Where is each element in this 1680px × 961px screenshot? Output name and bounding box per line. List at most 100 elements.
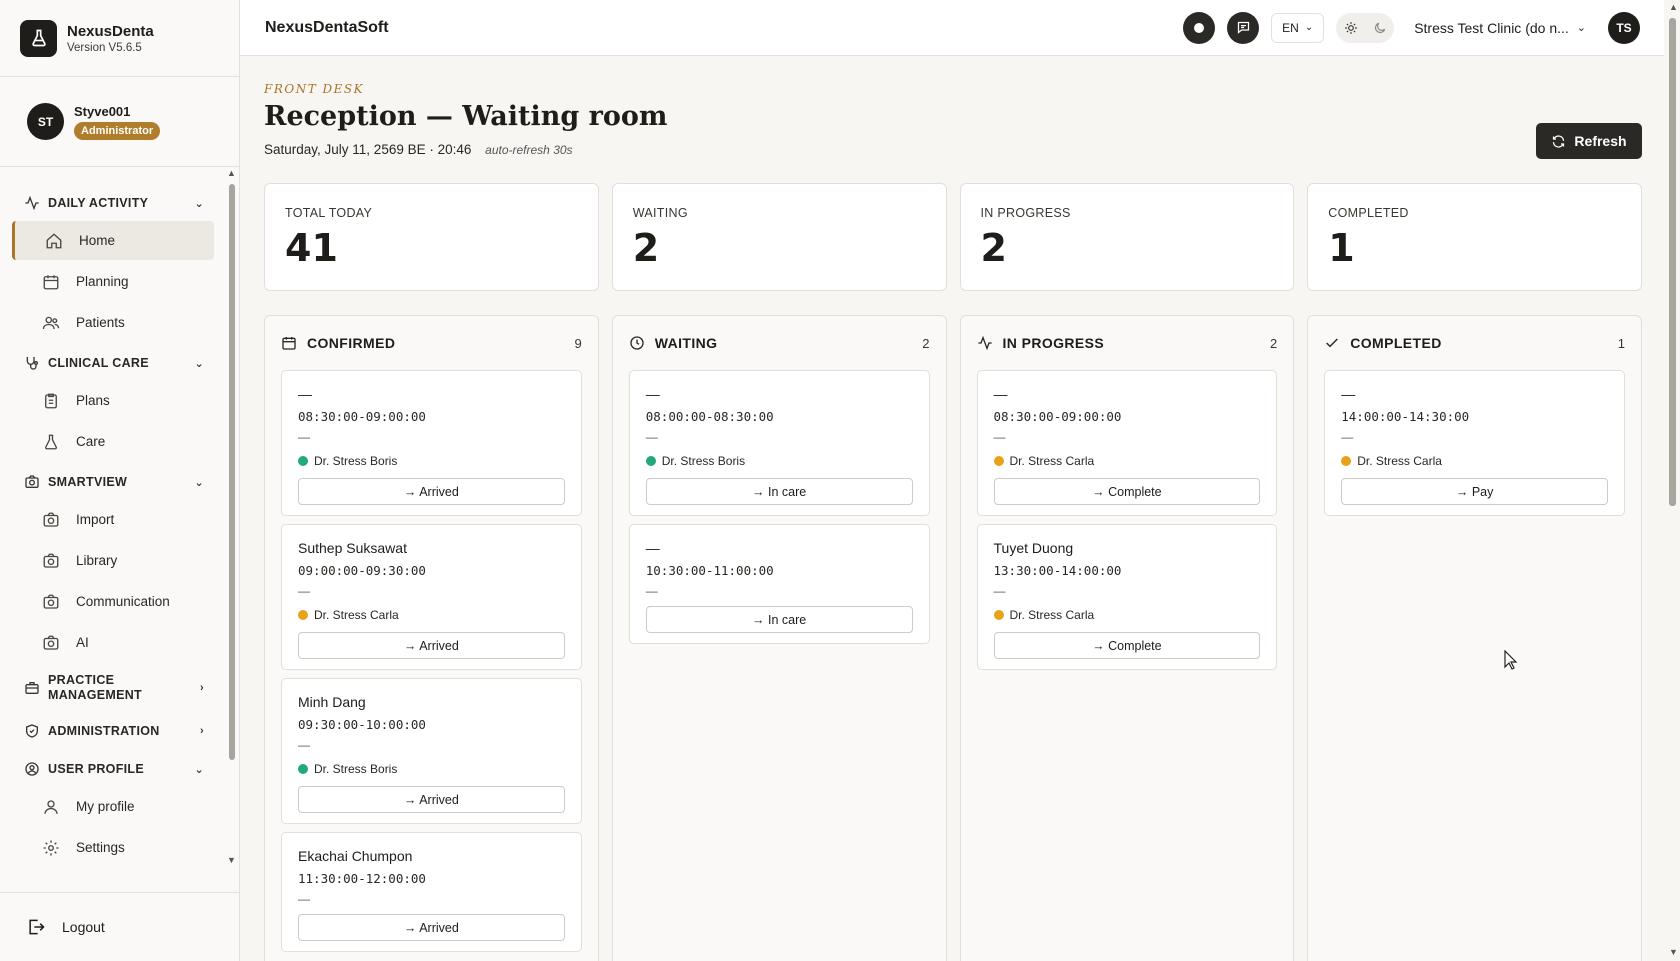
sidebar-item-my-profile[interactable]: My profile [12,787,214,826]
user-icon [42,798,62,816]
patient-name: Minh Dang [298,694,366,710]
sidebar-item-settings[interactable]: Settings [12,828,214,867]
sidebar-item-care[interactable]: Care [12,422,214,461]
nav-section-clinical-care[interactable]: CLINICAL CARE ⌄ [0,346,226,380]
page-scroll-up-icon[interactable]: ▲ [1669,2,1678,12]
sidebar-item-import[interactable]: Import [12,500,214,539]
sidebar-item-label: Care [76,434,106,449]
in-care-button[interactable]: → In care [645,606,913,633]
sidebar: NexusDenta Version V5.6.5 ST Styve001 Ad… [0,0,240,961]
moon-icon[interactable] [1373,21,1387,35]
nav-section-practice-management[interactable]: PRACTICE MANAGEMENT › [0,666,226,710]
doctor-name: Dr. Stress Boris [314,762,398,776]
stat-value: 41 [285,226,338,270]
sun-icon[interactable] [1344,21,1358,35]
page-eyebrow: FRONT DESK [264,82,365,96]
clinic-select[interactable]: Stress Test Clinic (do n... ⌄ [1414,20,1586,36]
message-icon [1236,20,1251,35]
nav-section-user-profile[interactable]: USER PROFILE ⌄ [0,752,226,786]
nav-section-smartview[interactable]: SMARTVIEW ⌄ [0,465,226,499]
appointment-card[interactable]: Ekachai Chumpon 11:30:00-12:00:00 — → Ar… [281,832,582,952]
appointment-card[interactable]: — 08:00:00-08:30:00 — Dr. Stress Boris →… [628,370,930,516]
sidebar-item-patients[interactable]: Patients [12,303,214,342]
patient-name: Tuyet Duong [993,540,1074,556]
language-label: EN [1282,20,1299,35]
arrived-button[interactable]: → Arrived [298,914,565,941]
sidebar-item-planning[interactable]: Planning [12,262,214,301]
shield-icon [24,723,42,739]
nav-section-daily-activity[interactable]: DAILY ACTIVITY ⌄ [0,186,226,220]
appointment-detail: — [645,430,658,444]
appointment-card[interactable]: — 08:30:00-09:00:00 — Dr. Stress Boris →… [281,370,582,516]
appointment-card[interactable]: — 14:00:00-14:30:00 — Dr. Stress Carla →… [1324,370,1625,516]
calendar-icon [42,273,62,291]
stat-value: 2 [632,226,660,270]
sidebar-item-home[interactable]: Home [12,221,214,260]
user-block: ST Styve001 Administrator [0,77,239,167]
mouse-cursor-icon [1504,649,1518,673]
scroll-down-arrow-icon[interactable]: ▼ [227,855,236,865]
complete-button[interactable]: → Complete [993,632,1261,659]
doctor: Dr. Stress Carla [298,603,565,627]
nav-section-administration[interactable]: ADMINISTRATION › [0,714,226,748]
chat-button[interactable] [1227,11,1260,44]
doctor-name: Dr. Stress Carla [1009,454,1095,468]
clinic-label: Stress Test Clinic (do n... [1414,19,1569,36]
check-icon [1324,335,1342,351]
complete-button[interactable]: → Complete [993,478,1261,505]
doctor-color-dot [993,610,1004,620]
logout-button[interactable]: Logout [0,892,240,961]
appointment-card[interactable]: Tuyet Duong 13:30:00-14:00:00 — Dr. Stre… [976,524,1278,670]
camera-icon [42,634,62,652]
brand-version: Version V5.6.5 [67,41,142,54]
arrived-button[interactable]: → Arrived [298,786,565,813]
scroll-up-arrow-icon[interactable]: ▲ [227,168,236,178]
in-care-button[interactable]: → In care [645,478,913,505]
appointment-time: 13:30:00-14:00:00 [993,563,1122,578]
doctor: Dr. Stress Boris [298,757,565,781]
doctor-name: Dr. Stress Carla [314,608,399,622]
logout-label: Logout [62,919,105,935]
stat-completed: COMPLETED 1 [1307,183,1642,291]
appointment-detail: — [298,738,310,752]
doctor-name: Dr. Stress Carla [1009,608,1095,622]
sidebar-item-ai[interactable]: AI [12,623,214,662]
stat-label: TOTAL TODAY [285,206,373,220]
appointment-card[interactable]: Minh Dang 09:30:00-10:00:00 — Dr. Stress… [281,678,582,824]
sidebar-item-plans[interactable]: Plans [12,381,214,420]
current-date: Saturday, July 11, 2569 BE · 20:46 [264,142,472,157]
column-count: 1 [1617,335,1625,351]
appointment-card[interactable]: — 08:30:00-09:00:00 — Dr. Stress Carla →… [976,370,1278,516]
record-button[interactable] [1183,11,1216,44]
arrived-button[interactable]: → Arrived [298,632,565,659]
flask-logo-icon [20,19,57,57]
appointment-card[interactable]: Suthep Suksawat 09:00:00-09:30:00 — Dr. … [281,524,582,670]
theme-toggle[interactable] [1336,12,1395,43]
page-scrollbar[interactable] [1669,18,1676,506]
chevron-right-icon: › [200,725,204,737]
page-scroll-down-icon[interactable]: ▼ [1669,947,1678,957]
appointment-detail: — [1341,430,1354,444]
kanban-board: CONFIRMED 9 — 08:30:00-09:00:00 — Dr. St… [264,315,1642,961]
arrived-button[interactable]: → Arrived [298,478,565,505]
language-select[interactable]: EN ⌄ [1271,12,1325,43]
sidebar-item-label: Plans [76,393,110,408]
column-header: WAITING 2 [629,316,930,370]
refresh-button[interactable]: Refresh [1536,123,1642,159]
appointment-detail: — [993,430,1006,444]
pay-button[interactable]: → Pay [1341,478,1608,505]
patient-name: — [298,386,312,402]
patient-name: Suthep Suksawat [298,540,407,556]
sidebar-item-communication[interactable]: Communication [12,582,214,621]
stat-label: COMPLETED [1328,206,1409,220]
appointment-detail: — [298,892,310,906]
appointment-card[interactable]: — 10:30:00-11:00:00 — → In care [628,524,930,644]
sidebar-item-library[interactable]: Library [12,541,214,580]
sidebar-item-label: Patients [76,315,125,330]
appointment-detail: — [298,584,310,598]
appointment-detail: — [645,584,658,598]
appointment-time: 14:00:00-14:30:00 [1341,409,1470,424]
account-avatar[interactable]: TS [1608,11,1640,44]
avatar[interactable]: ST [27,103,64,140]
sidebar-scrollbar[interactable] [229,184,235,760]
